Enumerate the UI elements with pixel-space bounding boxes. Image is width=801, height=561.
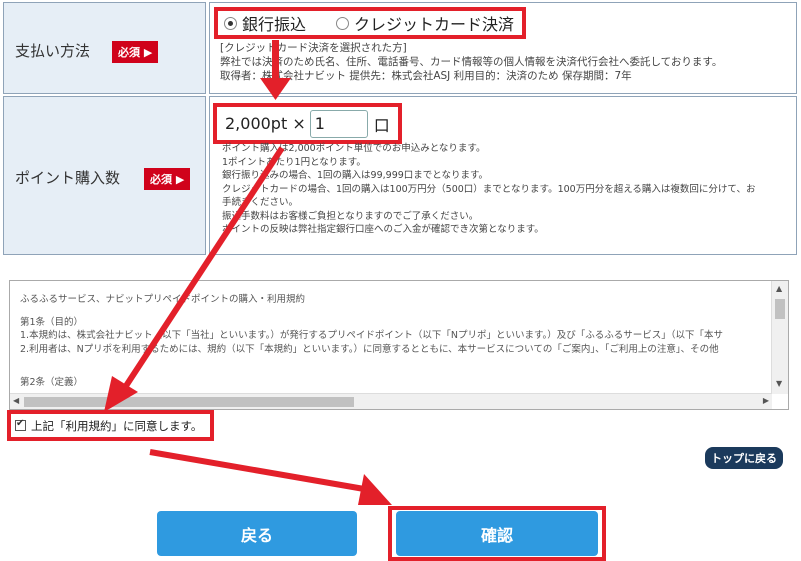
- unit-price: 2,000pt ×: [225, 114, 306, 133]
- arrow-right-shaft: [149, 449, 371, 493]
- terms-scrollbox[interactable]: ふるふるサービス、ナビットプリペイドポイントの購入・利用規約 第1条（目的） 1…: [9, 280, 789, 410]
- terms-article-heading: 第2条（定義）: [20, 377, 84, 388]
- payment-note-2: 弊社では決済のため氏名、住所、電話番号、カード情報等の個人情報を決済代行会社へ委…: [220, 56, 723, 68]
- terms-article-heading: 第1条（目的）: [20, 316, 84, 328]
- back-to-top-button[interactable]: トップに戻る: [705, 447, 783, 469]
- points-label: ポイント購入数: [15, 169, 121, 187]
- quantity-box: 2,000pt × 口: [213, 103, 402, 144]
- horizontal-scrollbar[interactable]: ◀ ▶: [10, 393, 772, 409]
- points-note: 手続きください。: [222, 197, 299, 208]
- agree-checkbox[interactable]: [15, 418, 26, 431]
- radio-credit-card-label[interactable]: クレジットカード決済: [354, 11, 514, 35]
- points-note: クレジットカードの場合、1回の購入は100万円分（500口）までとなります。10…: [222, 183, 756, 195]
- arrow-right-head: [358, 474, 392, 505]
- quantity-unit: 口: [373, 115, 390, 135]
- points-note: ポイント購入は2,000ポイント単位でのお申込みとなります。: [222, 143, 486, 154]
- form-table: 支払い方法 必須 ▶ 銀行振込 クレジットカード決済 [クレジットカード決済を選…: [3, 2, 797, 255]
- agree-box[interactable]: 上記「利用規約」に同意します。: [7, 410, 215, 441]
- payment-row: 支払い方法 必須 ▶ 銀行振込 クレジットカード決済 [クレジットカード決済を選…: [3, 2, 797, 94]
- required-badge: 必須 ▶: [112, 41, 159, 63]
- terms-title: ふるふるサービス、ナビットプリペイドポイントの購入・利用規約: [20, 294, 306, 305]
- horizontal-scroll-thumb[interactable]: [24, 397, 354, 407]
- scroll-down-icon[interactable]: ▼: [776, 379, 782, 388]
- payment-note-3: 取得者：株式会社ナビット 提供先：株式会社ASJ 利用目的：決済のため 保存期間…: [220, 70, 632, 82]
- points-note: 振込手数料はお客様ご負担となりますのでご了承ください。: [222, 210, 479, 222]
- payment-note-1: [クレジットカード決済を選択された方]: [220, 42, 407, 54]
- back-button[interactable]: 戻る: [157, 511, 357, 556]
- scroll-right-icon[interactable]: ▶: [763, 396, 769, 405]
- payment-label-cell: 支払い方法 必須 ▶: [3, 2, 206, 94]
- payment-value-cell: 銀行振込 クレジットカード決済 [クレジットカード決済を選択された方] 弊社では…: [209, 2, 797, 94]
- scroll-left-icon[interactable]: ◀: [13, 396, 19, 405]
- payment-radio-group: 銀行振込 クレジットカード決済: [214, 7, 527, 39]
- points-value-cell: 2,000pt × 口 ポイント購入は2,000ポイント単位でのお申込みとなりま…: [209, 96, 797, 255]
- radio-credit-card[interactable]: [336, 16, 350, 30]
- required-badge: 必須 ▶: [144, 168, 191, 190]
- terms-line: 1.本規約は、株式会社ナビット（以下「当社」といいます。）が発行するプリペイドポ…: [20, 330, 724, 341]
- points-note: ポイントの反映は弊社指定銀行口座へのご入金が確認でき次第となります。: [222, 224, 544, 235]
- vertical-scrollbar[interactable]: ▲ ▼: [771, 281, 788, 394]
- points-label-cell: ポイント購入数 必須 ▶: [3, 96, 206, 255]
- points-note: 銀行振り込みの場合、1回の購入は99,999口までとなります。: [222, 170, 489, 181]
- points-row: ポイント購入数 必須 ▶ 2,000pt × 口 ポイント購入は2,000ポイン…: [3, 96, 797, 255]
- scroll-up-icon[interactable]: ▲: [776, 284, 782, 293]
- payment-label: 支払い方法: [15, 42, 91, 60]
- vertical-scroll-thumb[interactable]: [775, 299, 785, 319]
- radio-bank-transfer[interactable]: [224, 16, 237, 30]
- points-notes: ポイント購入は2,000ポイント単位でのお申込みとなります。 1ポイントあたり1…: [222, 142, 755, 237]
- points-note: 1ポイントあたり1円となります。: [222, 156, 366, 168]
- radio-bank-transfer-label[interactable]: 銀行振込: [242, 11, 306, 35]
- agree-label[interactable]: 上記「利用規約」に同意します。: [31, 418, 202, 434]
- quantity-input[interactable]: [309, 109, 368, 138]
- terms-body: ふるふるサービス、ナビットプリペイドポイントの購入・利用規約 第1条（目的） 1…: [20, 293, 768, 399]
- confirm-button[interactable]: 確認: [396, 511, 598, 556]
- terms-line: 2.利用者は、Nプリポを利用するためには、規約（以下「本規約」といいます。）に同…: [20, 343, 719, 355]
